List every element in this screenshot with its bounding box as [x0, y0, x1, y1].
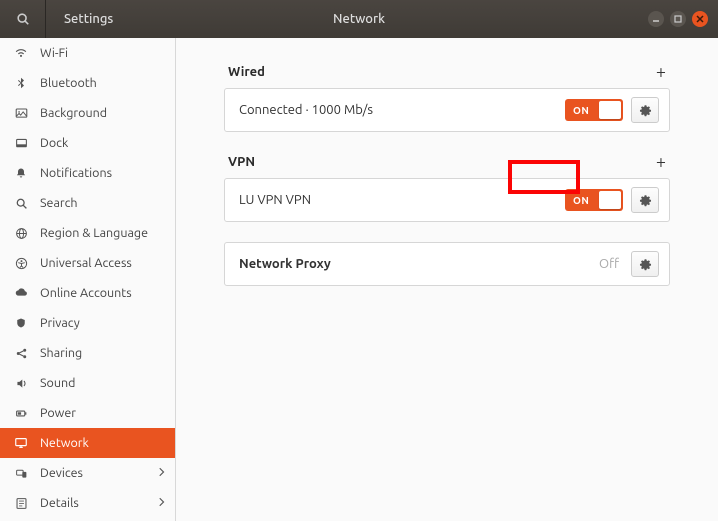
sidebar-item-label: Search [32, 196, 78, 210]
sidebar-item-label: Background [32, 106, 107, 120]
background-icon [10, 107, 32, 120]
vpn-toggle-knob [599, 191, 621, 209]
network-icon [10, 436, 32, 450]
sidebar-item-wi-fi[interactable]: Wi-Fi [0, 38, 175, 68]
gear-icon [639, 258, 652, 271]
sidebar-item-bluetooth[interactable]: Bluetooth [0, 68, 175, 98]
wired-toggle-knob [599, 101, 621, 119]
chevron-right-icon [159, 496, 165, 510]
gear-icon [639, 194, 652, 207]
vpn-toggle-label: ON [565, 195, 589, 206]
share-icon [10, 347, 32, 360]
proxy-settings-button[interactable] [631, 251, 659, 277]
proxy-row[interactable]: Network Proxy Off [225, 243, 669, 285]
details-icon [10, 497, 32, 510]
proxy-status: Off [599, 257, 619, 271]
sidebar-item-sharing[interactable]: Sharing [0, 338, 175, 368]
sidebar-item-label: Details [32, 496, 79, 510]
universal-icon [10, 257, 32, 270]
sidebar-item-label: Network [32, 436, 89, 450]
window-controls [648, 11, 718, 27]
sidebar-item-label: Privacy [32, 316, 80, 330]
vpn-settings-button[interactable] [631, 187, 659, 213]
chevron-right-icon [159, 466, 165, 480]
sidebar-item-label: Online Accounts [32, 286, 132, 300]
sidebar-item-sound[interactable]: Sound [0, 368, 175, 398]
add-wired-button[interactable]: + [656, 62, 666, 82]
wired-toggle[interactable]: ON [565, 99, 623, 121]
minimize-button[interactable] [648, 11, 664, 27]
sidebar-item-devices[interactable]: Devices [0, 458, 175, 488]
devices-icon [10, 467, 32, 480]
privacy-icon [10, 317, 32, 329]
wired-status-label: Connected · 1000 Mb/s [239, 103, 565, 117]
vpn-toggle[interactable]: ON [565, 189, 623, 211]
titlebar-search-button[interactable] [0, 0, 46, 38]
maximize-button[interactable] [670, 11, 686, 27]
sidebar-item-power[interactable]: Power [0, 398, 175, 428]
sidebar-item-label: Bluetooth [32, 76, 97, 90]
sound-icon [10, 377, 32, 390]
close-button[interactable] [692, 11, 708, 27]
app-title: Settings [46, 12, 113, 26]
sidebar-item-search[interactable]: Search [0, 188, 175, 218]
add-vpn-button[interactable]: + [656, 152, 666, 172]
wired-toggle-label: ON [565, 105, 589, 116]
cloud-icon [10, 286, 32, 300]
sidebar-item-background[interactable]: Background [0, 98, 175, 128]
sidebar-item-label: Wi-Fi [32, 46, 68, 60]
sidebar-item-region-language[interactable]: Region & Language [0, 218, 175, 248]
dock-icon [10, 137, 32, 150]
search-icon [10, 197, 32, 210]
sidebar-item-label: Universal Access [32, 256, 132, 270]
sidebar-item-label: Dock [32, 136, 68, 150]
power-icon [10, 407, 32, 420]
proxy-section: Network Proxy Off [224, 242, 670, 286]
sidebar-item-online-accounts[interactable]: Online Accounts [0, 278, 175, 308]
sidebar-item-label: Notifications [32, 166, 112, 180]
sidebar-item-label: Power [32, 406, 76, 420]
wired-section-title: Wired [228, 65, 265, 79]
sidebar-item-privacy[interactable]: Privacy [0, 308, 175, 338]
content-area: Wired + Connected · 1000 Mb/s ON VP [176, 38, 718, 521]
sidebar-item-network[interactable]: Network [0, 428, 175, 458]
bluetooth-icon [10, 77, 32, 89]
sidebar-item-label: Sound [32, 376, 75, 390]
sidebar-item-universal-access[interactable]: Universal Access [0, 248, 175, 278]
bell-icon [10, 167, 32, 179]
wifi-icon [10, 46, 32, 60]
sidebar-item-notifications[interactable]: Notifications [0, 158, 175, 188]
titlebar: Settings Network [0, 0, 718, 38]
page-title: Network [333, 12, 385, 26]
vpn-section-title: VPN [228, 155, 255, 169]
gear-icon [639, 104, 652, 117]
sidebar-item-dock[interactable]: Dock [0, 128, 175, 158]
sidebar-item-details[interactable]: Details [0, 488, 175, 518]
proxy-label: Network Proxy [239, 257, 599, 271]
sidebar-item-label: Sharing [32, 346, 82, 360]
sidebar-item-label: Devices [32, 466, 83, 480]
wired-section: Wired + Connected · 1000 Mb/s ON [224, 62, 670, 132]
vpn-name-label: LU VPN VPN [239, 193, 565, 207]
sidebar-item-label: Region & Language [32, 226, 148, 240]
globe-icon [10, 227, 32, 240]
sidebar: Wi-Fi Bluetooth Background Dock Notification… [0, 38, 176, 521]
vpn-section: VPN + LU VPN VPN ON [224, 152, 670, 222]
wired-settings-button[interactable] [631, 97, 659, 123]
